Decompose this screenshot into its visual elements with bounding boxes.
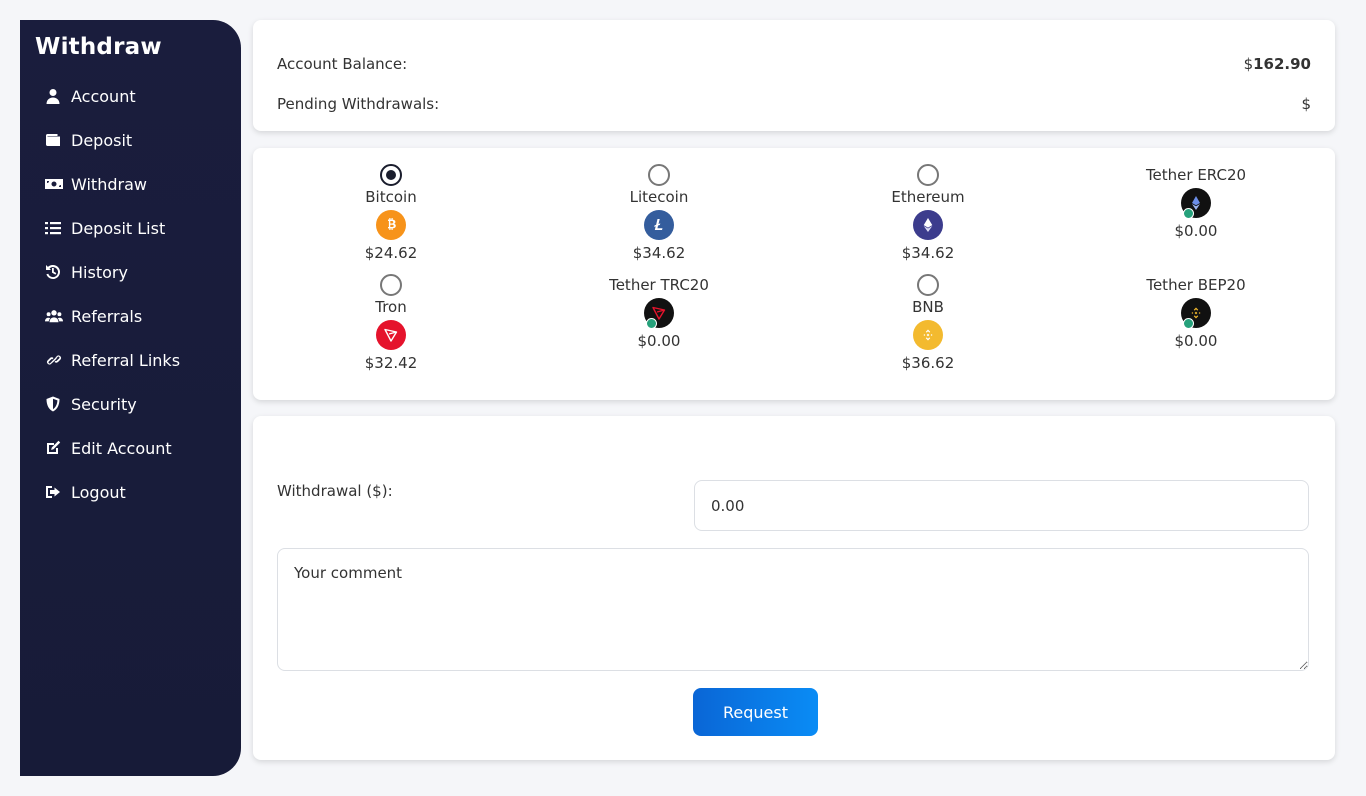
coin-option-tether-erc20: Tether ERC20 $0.00 [1106, 164, 1286, 241]
coin-name: Bitcoin [365, 188, 417, 206]
bitcoin-icon [376, 210, 406, 240]
coin-amount: $24.62 [364, 244, 418, 262]
pending-withdrawals-label: Pending Withdrawals: [277, 95, 440, 113]
sidebar-item-label: Referrals [71, 306, 143, 326]
sidebar-item-withdraw[interactable]: Withdraw [35, 162, 226, 206]
pending-withdrawals-row: Pending Withdrawals: $ [277, 84, 1311, 124]
withdrawal-amount-label: Withdrawal ($): [277, 482, 393, 500]
payment-methods-card: Bitcoin $24.62 Litecoin $34.62 Ethereum … [253, 148, 1335, 400]
sidebar-item-referral-links[interactable]: Referral Links [35, 338, 226, 382]
coin-name: Tether BEP20 [1146, 276, 1246, 294]
account-balance-row: Account Balance: $162.90 [277, 44, 1311, 84]
sidebar-item-history[interactable]: History [35, 250, 226, 294]
edit-icon [45, 440, 69, 456]
tether-badge-icon [646, 318, 657, 329]
history-icon [45, 264, 69, 280]
coin-radio[interactable] [917, 164, 939, 186]
withdrawal-amount-input[interactable] [694, 480, 1309, 531]
withdraw-form-card: Withdrawal ($): Request [253, 416, 1335, 760]
sidebar-item-label: Account [71, 86, 136, 106]
litecoin-icon [644, 210, 674, 240]
coin-name: BNB [912, 298, 944, 316]
coin-name: Tron [375, 298, 407, 316]
coin-radio[interactable] [648, 164, 670, 186]
sidebar-item-logout[interactable]: Logout [35, 470, 226, 514]
currency-symbol: $ [1243, 55, 1254, 73]
link-icon [45, 352, 69, 368]
tether-badge-icon [1183, 318, 1194, 329]
users-icon [45, 308, 69, 324]
wallet-icon [45, 132, 69, 148]
sidebar-item-label: Deposit [71, 130, 133, 150]
coin-amount: $0.00 [1174, 332, 1218, 350]
coin-option-bnb[interactable]: BNB $36.62 [838, 274, 1018, 373]
sidebar-item-label: Withdraw [71, 174, 147, 194]
coin-name: Tether ERC20 [1145, 166, 1247, 184]
coin-name: Ethereum [891, 188, 965, 206]
request-button[interactable]: Request [693, 688, 818, 736]
sidebar-item-deposit-list[interactable]: Deposit List [35, 206, 226, 250]
coin-radio[interactable] [380, 274, 402, 296]
account-balance-amount: 162.90 [1253, 55, 1311, 73]
coin-amount: $34.62 [901, 244, 955, 262]
sidebar-item-label: Logout [71, 482, 126, 502]
user-icon [45, 88, 69, 104]
comment-textarea[interactable] [277, 548, 1309, 671]
account-balance-value: $162.90 [1244, 55, 1311, 73]
logout-icon [45, 484, 69, 500]
sidebar-item-referrals[interactable]: Referrals [35, 294, 226, 338]
coin-option-tether-trc20: Tether TRC20 $0.00 [569, 274, 749, 351]
account-balance-label: Account Balance: [277, 55, 408, 73]
bnb-icon [913, 320, 943, 350]
coin-amount: $36.62 [901, 354, 955, 372]
sidebar-item-label: Deposit List [71, 218, 166, 238]
sidebar-item-label: Referral Links [71, 350, 181, 370]
pending-withdrawals-value: $ [1301, 95, 1311, 113]
list-icon [45, 220, 69, 236]
sidebar-item-edit-account[interactable]: Edit Account [35, 426, 226, 470]
sidebar-item-security[interactable]: Security [35, 382, 226, 426]
coin-amount: $0.00 [1174, 222, 1218, 240]
coin-radio[interactable] [380, 164, 402, 186]
ethereum-icon [913, 210, 943, 240]
sidebar: Withdraw Account Deposit Withdraw Deposi… [20, 20, 241, 776]
balance-card: Account Balance: $162.90 Pending Withdra… [253, 20, 1335, 131]
sidebar-title: Withdraw [35, 34, 162, 60]
coin-radio[interactable] [917, 274, 939, 296]
tron-icon [376, 320, 406, 350]
sidebar-item-deposit[interactable]: Deposit [35, 118, 226, 162]
sidebar-item-account[interactable]: Account [35, 74, 226, 118]
coin-amount: $0.00 [637, 332, 681, 350]
coin-option-tether-bep20: Tether BEP20 $0.00 [1106, 274, 1286, 351]
sidebar-item-label: Security [71, 394, 137, 414]
tether-bep20-icon [1181, 298, 1211, 329]
tether-erc20-icon [1181, 188, 1211, 219]
sidebar-item-label: History [71, 262, 128, 282]
coin-option-tron[interactable]: Tron $32.42 [301, 274, 481, 373]
coin-option-bitcoin[interactable]: Bitcoin $24.62 [301, 164, 481, 263]
coin-name: Litecoin [629, 188, 689, 206]
coin-option-ethereum[interactable]: Ethereum $34.62 [838, 164, 1018, 263]
coin-name: Tether TRC20 [609, 276, 709, 294]
tether-badge-icon [1183, 208, 1194, 219]
coin-option-litecoin[interactable]: Litecoin $34.62 [569, 164, 749, 263]
sidebar-item-label: Edit Account [71, 438, 172, 458]
tether-trc20-icon [644, 298, 674, 329]
shield-icon [45, 396, 69, 412]
coin-amount: $32.42 [364, 354, 418, 372]
money-bill-icon [45, 176, 69, 192]
coin-amount: $34.62 [632, 244, 686, 262]
